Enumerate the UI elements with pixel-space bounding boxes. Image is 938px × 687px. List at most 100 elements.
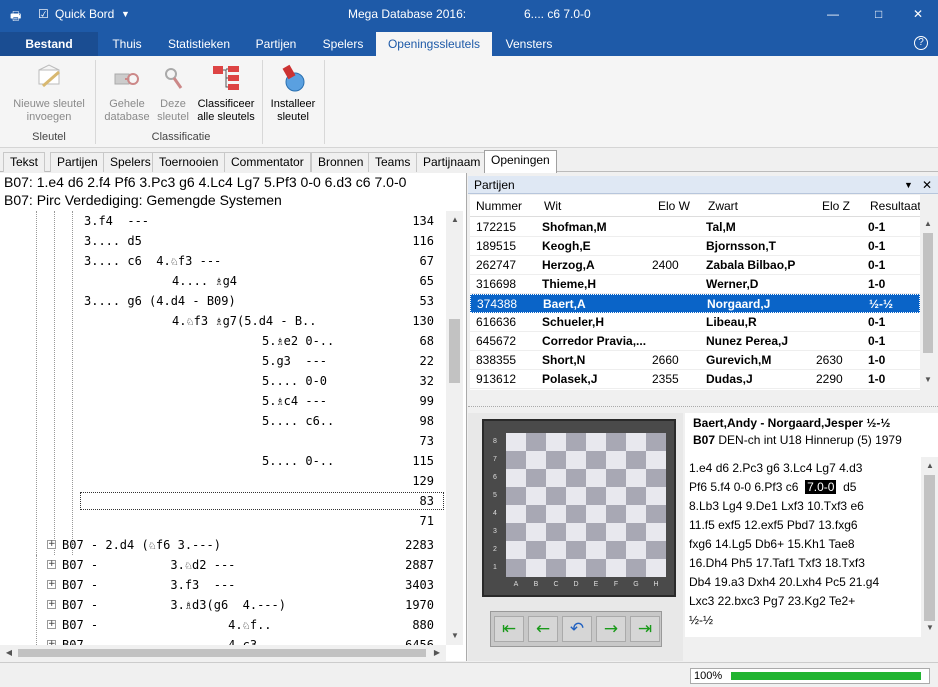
tab-statistieken[interactable]: Statistieken	[158, 32, 240, 56]
col-zwart[interactable]: Zwart	[708, 199, 738, 213]
expand-icon[interactable]: +	[47, 540, 56, 549]
scroll-up-icon[interactable]: ▲	[448, 213, 462, 227]
board-square[interactable]	[566, 541, 586, 559]
quick-board-checkbox-icon[interactable]: ☑	[38, 7, 49, 21]
board-square[interactable]	[586, 451, 606, 469]
board-square[interactable]	[626, 469, 646, 487]
scrollbar-thumb[interactable]	[924, 475, 935, 621]
board-square[interactable]	[606, 523, 626, 541]
minimize-button[interactable]: —	[827, 7, 839, 21]
tree-row[interactable]: + B07 - 3.f3 --- 3403	[0, 575, 446, 595]
board-square[interactable]	[506, 469, 526, 487]
board-square[interactable]	[606, 505, 626, 523]
tree-row[interactable]: 5.... 0-.. 115	[0, 451, 446, 471]
board-square[interactable]	[626, 523, 646, 541]
board-square[interactable]	[506, 433, 526, 451]
games-vertical-scrollbar[interactable]: ▲ ▼	[920, 195, 936, 390]
board-square[interactable]	[646, 451, 666, 469]
last-move-button[interactable]: ⇥	[630, 616, 660, 642]
board-square[interactable]	[546, 505, 566, 523]
first-move-button[interactable]: ⇤	[494, 616, 524, 642]
board-square[interactable]	[646, 559, 666, 577]
chessboard[interactable]	[506, 433, 666, 577]
board-square[interactable]	[526, 433, 546, 451]
board-square[interactable]	[606, 433, 626, 451]
tree-row[interactable]: + B07 - 2.d4 (♘f6 3.---) 2283	[0, 535, 446, 555]
board-square[interactable]	[646, 505, 666, 523]
board-square[interactable]	[526, 541, 546, 559]
tree-row-selected[interactable]: 83	[0, 491, 446, 511]
tree-row[interactable]: 129	[0, 471, 446, 491]
board-square[interactable]	[506, 523, 526, 541]
col-elo-z[interactable]: Elo Z	[822, 199, 850, 213]
tab-partijen-doc[interactable]: Partijen	[50, 152, 105, 172]
tab-teams[interactable]: Teams	[368, 152, 418, 172]
board-square[interactable]	[626, 487, 646, 505]
scroll-up-icon[interactable]: ▲	[921, 217, 935, 231]
board-square[interactable]	[586, 523, 606, 541]
table-row[interactable]: 316698 Thieme,H Werner,D 1-0	[470, 275, 920, 294]
scroll-down-icon[interactable]: ▼	[923, 621, 937, 635]
board-square[interactable]	[646, 433, 666, 451]
board-square[interactable]	[546, 433, 566, 451]
board-square[interactable]	[566, 505, 586, 523]
board-square[interactable]	[646, 469, 666, 487]
board-square[interactable]	[606, 451, 626, 469]
tab-spelers[interactable]: Spelers	[312, 32, 374, 56]
tree-row[interactable]: 5.♗e2 0-.. 68	[0, 331, 446, 351]
board-square[interactable]	[566, 433, 586, 451]
scroll-down-icon[interactable]: ▼	[921, 373, 935, 387]
expand-icon[interactable]: +	[47, 580, 56, 589]
notation-line[interactable]: Lxc3 22.bxc3 Pg7 23.Kg2 Te2+	[689, 592, 917, 611]
tree-row[interactable]: 3.... d5 116	[0, 231, 446, 251]
tree-row[interactable]: 71	[0, 511, 446, 531]
notation-line[interactable]: 1.e4 d6 2.Pc3 g6 3.Lc4 Lg7 4.d3	[689, 459, 917, 478]
panel-splitter[interactable]	[468, 406, 938, 412]
tree-vertical-scrollbar[interactable]: ▲ ▼	[446, 211, 463, 645]
notation-line[interactable]: Pf6 5.f4 0-0 6.Pf3 c6 7.0-0 d5	[689, 478, 917, 497]
board-square[interactable]	[546, 487, 566, 505]
board-square[interactable]	[506, 451, 526, 469]
board-square[interactable]	[586, 433, 606, 451]
board-square[interactable]	[526, 559, 546, 577]
table-row[interactable]: 189515 Keogh,E Bjornsson,T 0-1	[470, 237, 920, 256]
tree-row[interactable]: 3.... c6 4.♘f3 --- 67	[0, 251, 446, 271]
tab-vensters[interactable]: Vensters	[496, 32, 562, 56]
col-elo-w[interactable]: Elo W	[658, 199, 690, 213]
board-square[interactable]	[606, 559, 626, 577]
tree-row[interactable]: 4.♘f3 ♗g7(5.d4 - B.. 130	[0, 311, 446, 331]
table-row[interactable]: 913612 Polasek,J 2355 Dudas,J 2290 1-0	[470, 370, 920, 389]
expand-icon[interactable]: +	[47, 600, 56, 609]
board-square[interactable]	[586, 487, 606, 505]
board-square[interactable]	[626, 451, 646, 469]
scroll-up-icon[interactable]: ▲	[923, 459, 937, 473]
scroll-down-icon[interactable]: ▼	[448, 629, 462, 643]
board-square[interactable]	[546, 469, 566, 487]
scroll-left-icon[interactable]: ◀	[2, 646, 16, 660]
table-row[interactable]: 645672 Corredor Pravia,... Nunez Perea,J 0-…	[470, 332, 920, 351]
board-square[interactable]	[546, 451, 566, 469]
board-square[interactable]	[506, 505, 526, 523]
install-key-button[interactable]: Installeer sleutel	[266, 62, 320, 124]
board-square[interactable]	[626, 433, 646, 451]
board-square[interactable]	[626, 505, 646, 523]
notation-line[interactable]: 16.Dh4 Ph5 17.Taf1 Txf3 18.Txf3	[689, 554, 917, 573]
tab-tekst[interactable]: Tekst	[3, 152, 46, 172]
board-square[interactable]	[526, 523, 546, 541]
tree-row[interactable]: 3.... g6 (4.d4 - B09) 53	[0, 291, 446, 311]
scroll-right-icon[interactable]: ▶	[430, 646, 444, 660]
previous-move-button[interactable]: ←	[528, 616, 558, 642]
game-notation[interactable]: 1.e4 d6 2.Pc3 g6 3.Lc4 Lg7 4.d3 Pf6 5.f4…	[685, 457, 921, 637]
notation-line[interactable]: Db4 19.a3 Dxh4 20.Lxh4 Pc5 21.g4	[689, 573, 917, 592]
tree-row[interactable]: 5.♗c4 --- 99	[0, 391, 446, 411]
board-square[interactable]	[526, 505, 546, 523]
board-square[interactable]	[506, 559, 526, 577]
board-square[interactable]	[566, 487, 586, 505]
board-square[interactable]	[546, 541, 566, 559]
board-square[interactable]	[606, 487, 626, 505]
table-row-selected[interactable]: 374388 Baert,A Norgaard,J ½-½	[470, 294, 920, 313]
table-row[interactable]: 838355 Short,N 2660 Gurevich,M 2630 1-0	[470, 351, 920, 370]
board-square[interactable]	[506, 487, 526, 505]
board-square[interactable]	[626, 559, 646, 577]
tab-commentator[interactable]: Commentator	[224, 152, 311, 172]
